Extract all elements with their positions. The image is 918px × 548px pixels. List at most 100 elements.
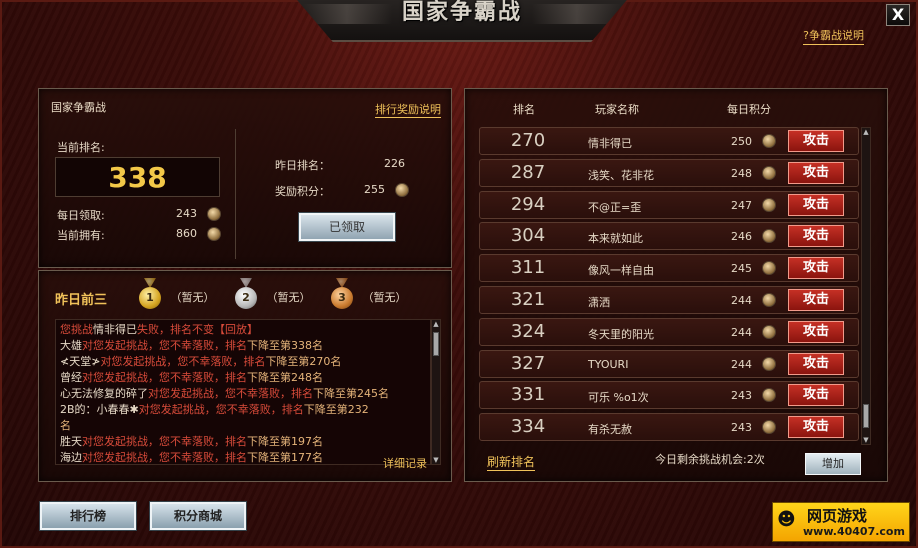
attack-button[interactable]: 攻击 (788, 416, 844, 439)
attack-button[interactable]: 攻击 (788, 320, 844, 343)
current-rank-label: 当前排名: (57, 141, 105, 154)
row-score: 243 (731, 389, 752, 403)
skull-coin-icon (762, 229, 776, 244)
scroll-down-icon[interactable]: ▼ (862, 436, 870, 444)
scroll-thumb[interactable] (433, 332, 439, 356)
log-segment: 下降至第245名 (313, 387, 389, 400)
table-row: 331 可乐 %o1次 243 攻击 (479, 381, 859, 410)
log-segment: 心无法修复的碎了 (60, 387, 148, 400)
points-shop-button[interactable]: 积分商城 (149, 501, 247, 531)
col-name-header: 玩家名称 (595, 103, 639, 116)
scroll-down-icon[interactable]: ▼ (432, 456, 440, 464)
table-row: 334 有杀无赦 243 攻击 (479, 413, 859, 442)
refresh-ranking-link[interactable]: 刷新排名 (487, 453, 536, 471)
attack-button[interactable]: 攻击 (788, 225, 844, 248)
log-line: 您挑战情非得已失败，排名不变【回放】 (60, 322, 426, 338)
coin-icon (207, 207, 221, 221)
row-player-name: 可乐 %o1次 (588, 391, 649, 405)
logo-site: www.40407.com (803, 525, 905, 538)
log-segment: 下降至第248名 (247, 371, 323, 384)
claimed-button[interactable]: 已领取 (298, 212, 396, 242)
leaderboard-panel: 排名 玩家名称 每日积分 270 情非得已 250 攻击 287 浅笑、花非花 248 攻击 2… (464, 88, 888, 482)
attack-button[interactable]: 攻击 (788, 352, 844, 375)
log-segment: 胜天 (60, 435, 82, 448)
log-segment: ≮天堂≯ (60, 355, 101, 368)
row-player-name: 冬天里的阳光 (588, 327, 654, 341)
log-segment: 您挑战 (60, 323, 93, 336)
log-line: 心无法修复的碎了对您发起挑战，您不幸落败，排名下降至第245名 (60, 386, 426, 402)
attack-button[interactable]: 攻击 (788, 289, 844, 311)
top3-first-text: （暂无） (170, 291, 215, 304)
log-segment: 失败，排名不变【回放】 (137, 323, 258, 336)
title-banner: 国家争霸战 (292, 0, 632, 42)
divider (235, 129, 236, 259)
owned-value: 860 (176, 227, 197, 240)
log-line: 海边对您发起挑战，您不幸落败，排名下降至第177名 (60, 450, 426, 464)
scroll-up-icon[interactable]: ▲ (432, 320, 440, 328)
yesterday-rank-stat: 昨日排名： 226 (275, 157, 405, 173)
skull-coin-icon (762, 324, 776, 339)
silver-medal-icon: 2 (235, 287, 257, 309)
attack-button[interactable]: 攻击 (788, 161, 844, 184)
table-row: 324 冬天里的阳光 244 攻击 (479, 317, 859, 346)
row-player-name: 有杀无赦 (588, 423, 632, 437)
reward-points-stat: 奖励积分： 255 (275, 183, 409, 199)
daily-label: 每日领取: (57, 209, 105, 222)
scroll-thumb[interactable] (863, 404, 869, 428)
gold-medal-icon: 1 (139, 287, 161, 309)
log-segment: 2B的：小春春✱ (60, 403, 139, 416)
top3-first: 1 （暂无） (139, 287, 215, 309)
row-score: 247 (731, 198, 752, 212)
help-link[interactable]: ?争霸战说明 (803, 27, 864, 45)
attack-button[interactable]: 攻击 (788, 384, 844, 407)
top3-third: 3 （暂无） (331, 287, 407, 309)
table-row: 294 不@正=歪 247 攻击 (479, 190, 859, 219)
game-window: 国家争霸战 X ?争霸战说明 国家争霸战 排行奖励说明 当前排名: 338 每日… (0, 0, 918, 548)
bronze-medal-icon: 3 (331, 287, 353, 309)
row-rank: 287 (510, 161, 546, 183)
row-player-name: 情非得已 (588, 137, 632, 150)
remaining-chances: 今日剩余挑战机会:2次 (655, 453, 765, 466)
my-rank-panel: 国家争霸战 排行奖励说明 当前排名: 338 每日领取: 243 当前拥有: 8… (38, 88, 452, 268)
table-row: 270 情非得已 250 攻击 (479, 127, 859, 155)
owned-stat: 当前拥有: 860 (57, 227, 221, 243)
row-rank: 324 (510, 320, 546, 342)
log-scrollbar[interactable]: ▲ ▼ (431, 319, 441, 465)
ranking-button[interactable]: 排行榜 (39, 501, 137, 531)
row-score: 244 (731, 357, 752, 371)
skull-coin-icon (762, 293, 776, 307)
leaderboard-scrollbar[interactable]: ▲ ▼ (861, 127, 871, 445)
log-segment: 对您发起挑战，您不幸落败，排名 (138, 403, 304, 416)
coin-icon (395, 183, 409, 197)
attack-button[interactable]: 攻击 (788, 257, 844, 280)
row-score: 245 (731, 262, 752, 276)
attack-button[interactable]: 攻击 (788, 130, 844, 152)
row-score: 243 (731, 421, 752, 435)
log-segment: 下降至第338名 (247, 339, 323, 352)
site-logo: ☻ 网页游戏 www.40407.com (772, 502, 910, 542)
row-rank: 294 (510, 193, 546, 215)
log-segment: 情非得已 (93, 323, 137, 336)
skull-coin-icon (762, 420, 776, 435)
attack-button[interactable]: 攻击 (788, 193, 844, 216)
log-segment: 名 (60, 419, 71, 432)
window-title: 国家争霸战 (401, 0, 522, 25)
reward-points-value: 255 (364, 183, 385, 196)
skull-coin-icon (762, 165, 776, 180)
add-chances-button[interactable]: 增加 (805, 453, 861, 475)
detail-log-link[interactable]: 详细记录 (383, 455, 427, 471)
current-rank-value: 338 (55, 157, 220, 197)
row-rank: 311 (510, 257, 546, 279)
row-player-name: TYOURI (588, 357, 629, 371)
rank-reward-link[interactable]: 排行奖励说明 (375, 101, 441, 118)
scroll-up-icon[interactable]: ▲ (862, 128, 870, 136)
log-segment: 下降至第197名 (247, 435, 323, 448)
close-button[interactable]: X (886, 4, 910, 26)
skull-coin-icon (762, 356, 776, 371)
my-rank-panel-title: 国家争霸战 (51, 101, 106, 114)
log-line: 2B的：小春春✱对您发起挑战，您不幸落败，排名下降至第232 (60, 402, 426, 418)
row-score: 248 (731, 166, 752, 180)
log-line: 名 (60, 418, 426, 434)
top3-log-panel: 昨日前三 1 （暂无） 2 （暂无） 3 （暂无） 您挑战情非得已失败，排名不变… (38, 270, 452, 482)
row-rank: 334 (510, 416, 546, 438)
